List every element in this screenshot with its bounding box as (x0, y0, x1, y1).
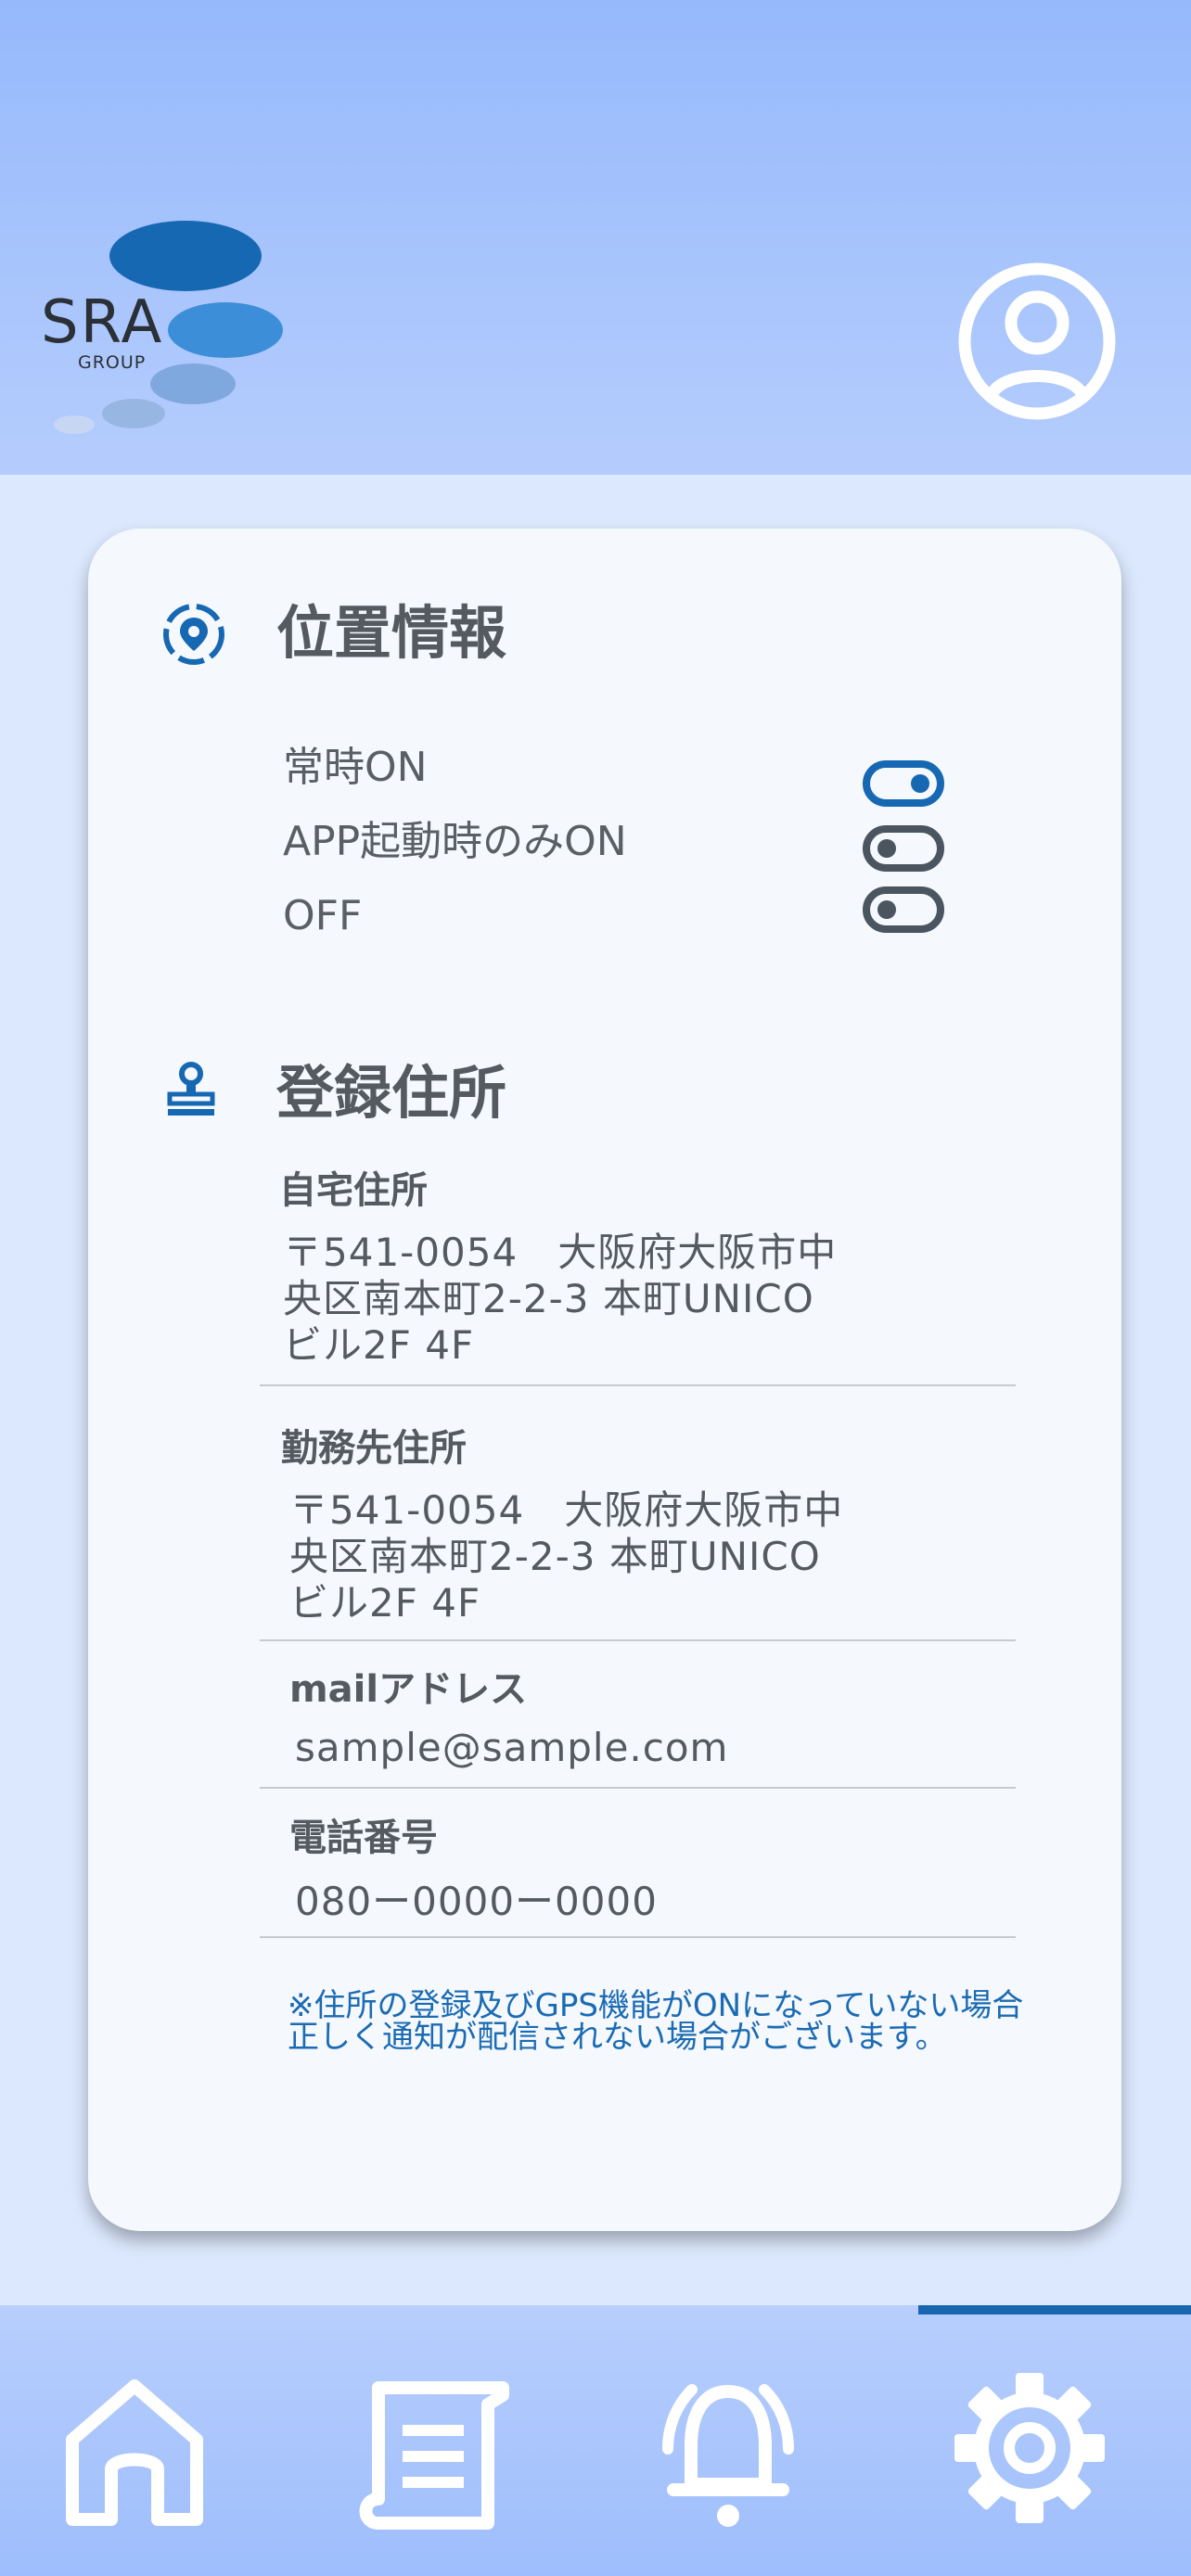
phone-number-value[interactable]: 080ー0000ー0000 (295, 1879, 926, 1925)
bell-icon[interactable] (640, 2360, 816, 2536)
toggle-app-only[interactable] (863, 825, 944, 872)
logo-subtext: GROUP (78, 352, 147, 373)
work-address-label: 勤務先住所 (281, 1427, 467, 1470)
active-tab-indicator (918, 2305, 1191, 2315)
toggle-off[interactable] (863, 886, 944, 933)
divider (260, 1936, 1016, 1938)
document-icon[interactable] (343, 2360, 519, 2536)
divider (260, 1639, 1016, 1641)
mail-address-label: mailアドレス (289, 1668, 528, 1711)
location-section-title: 位置情報 (276, 599, 507, 667)
registration-notice: ※住所の登録及びGPS機能がONになっていない場合 正しく通知が配信されない場合… (288, 1987, 1056, 2056)
user-circle-icon[interactable] (955, 260, 1119, 423)
option-label-app-only: APP起動時のみON (283, 818, 627, 865)
option-label-off: OFF (283, 892, 363, 939)
option-label-always: 常時ON (283, 744, 428, 791)
home-address-value[interactable]: 〒541-0054 大阪府大阪市中 央区南本町2-2-3 本町UNICO ビル2… (283, 1230, 914, 1369)
home-address-label: 自宅住所 (279, 1169, 428, 1212)
divider (260, 1384, 1016, 1386)
phone-number-label: 電話番号 (289, 1817, 438, 1859)
home-icon[interactable] (46, 2360, 223, 2536)
toggle-always-on[interactable] (863, 760, 944, 807)
mail-address-value[interactable]: sample@sample.com (295, 1725, 926, 1771)
app-header: SRA GROUP (0, 0, 1191, 475)
logo-text: SRA (41, 288, 164, 357)
divider (260, 1787, 1016, 1789)
location-pin-icon (160, 601, 227, 668)
sra-group-logo: SRA GROUP (37, 211, 297, 443)
address-section-title: 登録住所 (276, 1059, 507, 1127)
gear-icon[interactable] (941, 2360, 1118, 2536)
work-address-value[interactable]: 〒541-0054 大阪府大阪市中 央区南本町2-2-3 本町UNICO ビル2… (289, 1487, 920, 1626)
settings-card: 位置情報 常時ON APP起動時のみON OFF 登録住所 自宅住所 〒541-… (88, 529, 1121, 2231)
stamp-icon (164, 1061, 218, 1120)
